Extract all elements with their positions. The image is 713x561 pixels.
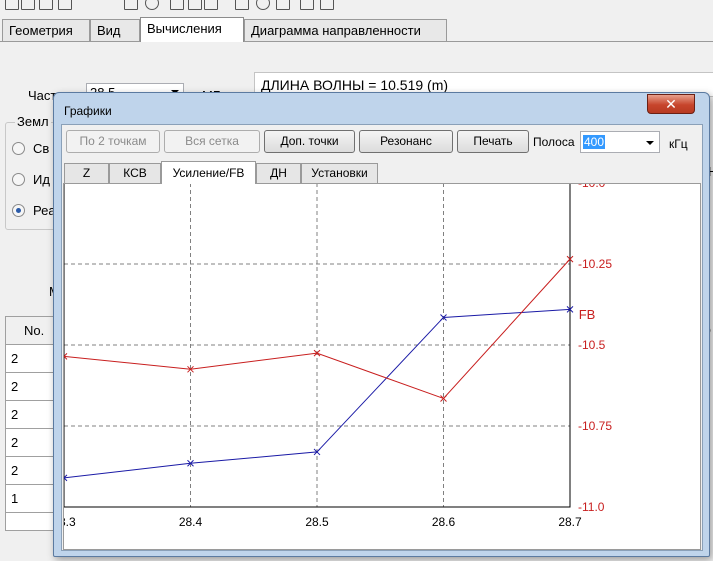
main-toolbar — [0, 0, 713, 14]
tab-view[interactable]: Вид — [90, 19, 140, 41]
tab-gain-fb[interactable]: Усиление/FB — [161, 161, 256, 184]
copy-icon[interactable] — [276, 0, 290, 10]
band-combobox[interactable]: 400 — [580, 131, 660, 153]
tab-settings[interactable]: Установки — [301, 163, 378, 183]
delete-icon[interactable] — [300, 0, 314, 10]
close-icon: ✕ — [665, 96, 677, 112]
tab-calculations[interactable]: Вычисления — [140, 17, 244, 42]
print-button[interactable]: Печать — [457, 130, 529, 153]
right-axis-label: FB — [579, 307, 596, 322]
edit-icon[interactable] — [188, 0, 202, 10]
gain-fb-chart: 28.328.428.528.628.713.012.512.011.511.0… — [64, 184, 612, 529]
ground-radio-ideal[interactable] — [12, 173, 25, 186]
resonance-button[interactable]: Резонанс — [359, 130, 453, 153]
results-table: No. 2 2 2 2 2 1 — [5, 316, 55, 531]
right-tick-label: -10.0 — [578, 184, 606, 190]
move-icon[interactable] — [124, 0, 138, 10]
extra-points-button[interactable]: Доп. точки — [264, 130, 355, 153]
band-value: 400 — [583, 135, 606, 149]
target-icon[interactable] — [256, 0, 270, 10]
tab-z[interactable]: Z — [64, 163, 109, 183]
table-row[interactable] — [6, 513, 55, 531]
plot-panel: 28.328.428.528.628.713.012.512.011.511.0… — [63, 183, 701, 550]
right-tick-label: -10.25 — [578, 257, 612, 271]
print-icon[interactable] — [58, 0, 72, 10]
stretch-icon[interactable] — [204, 0, 218, 10]
ground-legend: Земл — [15, 114, 51, 129]
x-tick-label: 28.4 — [179, 515, 203, 529]
close-button[interactable]: ✕ — [647, 94, 695, 114]
ground-radio-ideal-label: Ид — [33, 172, 50, 187]
triangle-icon[interactable] — [235, 0, 249, 10]
band-label: Полоса — [533, 135, 575, 149]
table-row[interactable]: 2 — [6, 373, 55, 401]
save-icon[interactable] — [39, 0, 53, 10]
open-folder-icon[interactable] — [21, 0, 35, 10]
x-tick-label: 28.6 — [432, 515, 456, 529]
chevron-down-icon — [646, 141, 654, 145]
ground-radio-free[interactable] — [12, 142, 25, 155]
ground-radio-real[interactable] — [12, 204, 25, 217]
table-row[interactable]: 2 — [6, 429, 55, 457]
tab-radiation-pattern[interactable]: Диаграмма направленности — [244, 19, 447, 41]
new-file-icon[interactable] — [5, 0, 19, 10]
tab-geometry[interactable]: Геометрия — [2, 19, 90, 41]
tab-pattern[interactable]: ДН — [256, 163, 301, 183]
dialog-title: Графики — [64, 104, 112, 118]
graphs-dialog: Графики ✕ По 2 точкам Вся сетка Доп. точ… — [53, 92, 710, 557]
x-tick-label: 28.3 — [64, 515, 76, 529]
full-grid-button[interactable]: Вся сетка — [164, 130, 260, 153]
x-tick-label: 28.7 — [558, 515, 582, 529]
series-line-fb — [64, 258, 571, 400]
table-row[interactable]: 2 — [6, 457, 55, 485]
tab-swr[interactable]: КСВ — [109, 163, 161, 183]
two-points-button[interactable]: По 2 точкам — [66, 130, 160, 153]
right-tick-label: -11.0 — [578, 500, 605, 514]
table-row[interactable]: 2 — [6, 401, 55, 429]
ground-radio-free-label: Св — [33, 141, 50, 156]
table-header: No. — [6, 317, 55, 345]
right-tick-label: -10.5 — [578, 338, 606, 352]
rotate-icon[interactable] — [145, 0, 159, 10]
right-tick-label: -10.75 — [578, 419, 612, 433]
band-unit: кГц — [669, 137, 688, 151]
dialog-toolbar: По 2 точкам Вся сетка Доп. точки Резонан… — [62, 125, 702, 157]
x-tick-label: 28.5 — [305, 515, 329, 529]
dialog-client: По 2 точкам Вся сетка Доп. точки Резонан… — [61, 124, 703, 551]
table-icon[interactable] — [170, 0, 184, 10]
grid-icon[interactable] — [320, 0, 334, 10]
table-row[interactable]: 2 — [6, 345, 55, 373]
table-row[interactable]: 1 — [6, 485, 55, 513]
